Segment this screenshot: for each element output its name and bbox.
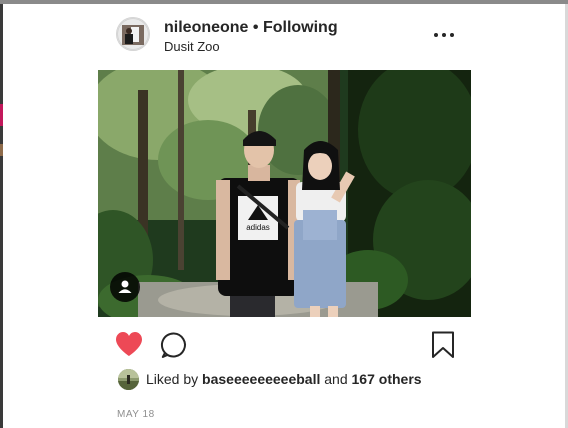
post-header-title: nileoneone • Following bbox=[164, 19, 338, 37]
background-left-edge bbox=[0, 4, 3, 428]
post-photo[interactable]: adidas bbox=[98, 70, 471, 317]
liked-by-prefix: Liked by bbox=[146, 371, 203, 387]
follow-status[interactable]: Following bbox=[263, 19, 338, 36]
user-tag-icon bbox=[118, 280, 132, 293]
tagged-users-button[interactable] bbox=[110, 272, 140, 302]
user-avatar[interactable] bbox=[116, 17, 150, 51]
liked-by-middle: and bbox=[320, 371, 352, 387]
username-link[interactable]: nileoneone bbox=[164, 19, 248, 36]
like-button[interactable] bbox=[114, 330, 144, 358]
header-separator: • bbox=[248, 19, 263, 36]
post-date[interactable]: MAY 18 bbox=[117, 409, 155, 420]
likes-summary: Liked by baseeeeeeeeeball and 167 others bbox=[146, 371, 422, 387]
location-link[interactable]: Dusit Zoo bbox=[164, 39, 220, 54]
liked-by-user-link[interactable]: baseeeeeeeeeball bbox=[202, 371, 320, 387]
shirt-logo-text: adidas bbox=[246, 223, 270, 232]
save-button[interactable] bbox=[431, 331, 455, 359]
comment-icon bbox=[160, 332, 186, 358]
more-options-icon[interactable] bbox=[432, 25, 456, 45]
liked-by-avatar[interactable] bbox=[118, 369, 139, 390]
window-top-border bbox=[0, 0, 568, 4]
bookmark-icon bbox=[432, 331, 454, 358]
comment-button[interactable] bbox=[160, 331, 188, 359]
heart-filled-icon bbox=[116, 332, 142, 356]
likes-others-link[interactable]: 167 others bbox=[352, 371, 422, 387]
